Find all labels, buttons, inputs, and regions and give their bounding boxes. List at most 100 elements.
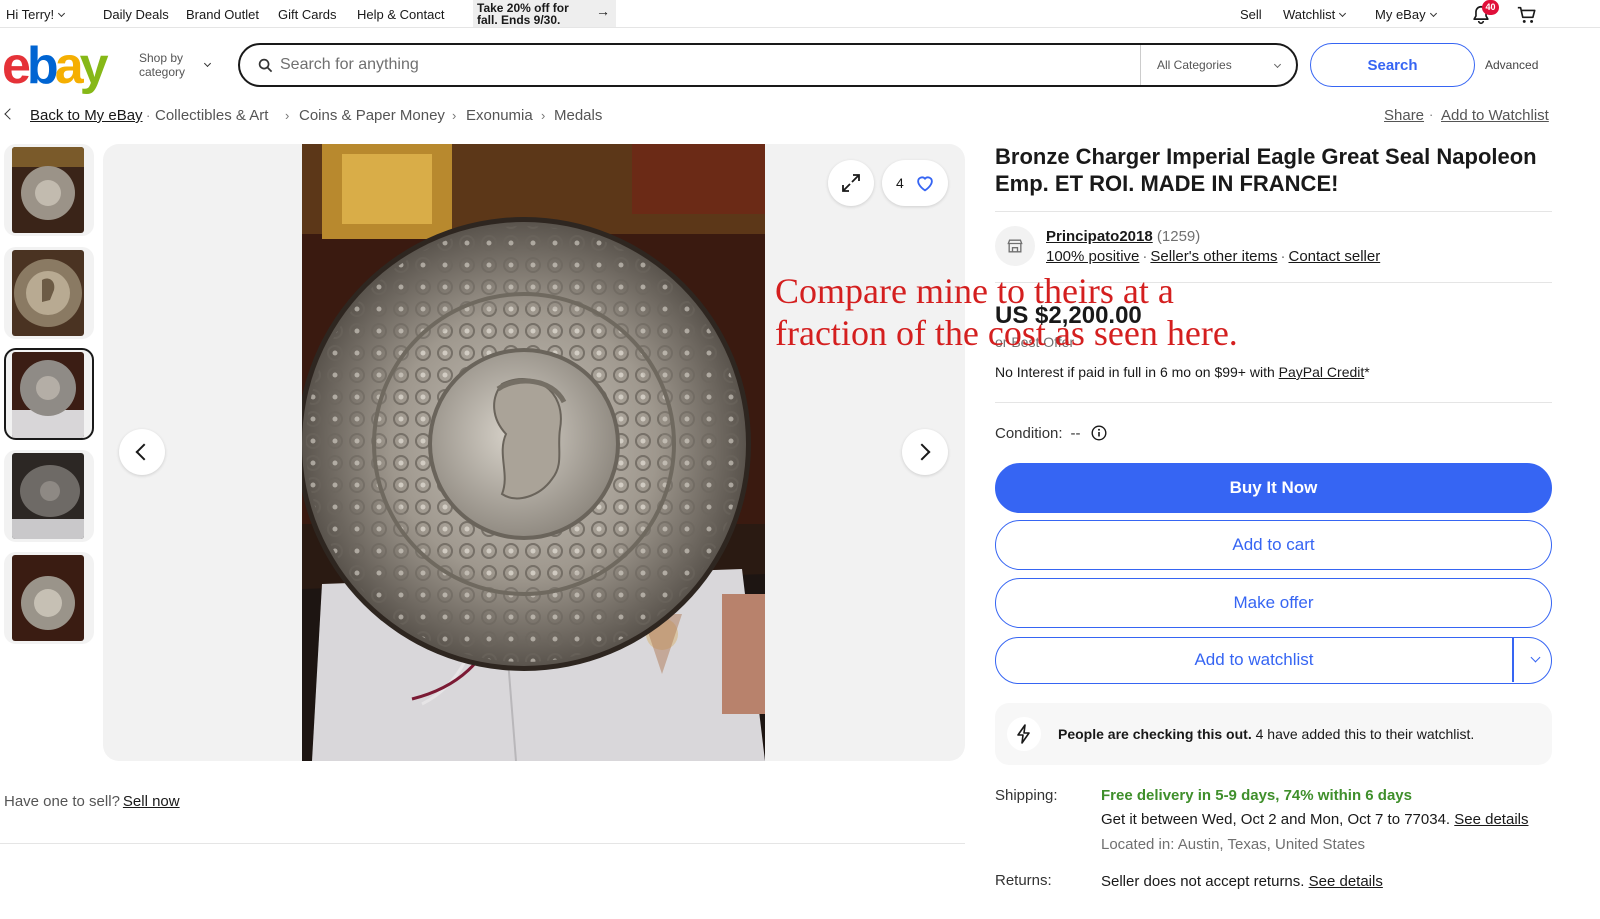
breadcrumb-exonumia[interactable]: Exonumia [466, 107, 533, 124]
chevron-down-icon [58, 9, 66, 18]
chevron-down-icon [1429, 9, 1437, 18]
make-offer-button[interactable]: Make offer [995, 578, 1552, 628]
breadcrumb-medals[interactable]: Medals [554, 107, 602, 124]
chevron-down-icon [1273, 60, 1282, 69]
paypal-credit-link[interactable]: PayPal Credit [1279, 364, 1365, 380]
shop-by-line-1: Shop by [139, 51, 184, 65]
breadcrumb-collectibles[interactable]: Collectibles & Art [155, 107, 268, 124]
expand-image-button[interactable] [828, 160, 874, 206]
watch-activity-text: People are checking this out. 4 have add… [1058, 726, 1474, 742]
divider [995, 402, 1552, 403]
next-image-button[interactable] [902, 429, 948, 475]
search-button[interactable]: Search [1310, 43, 1475, 87]
lightning-icon [1007, 717, 1041, 751]
search-bar: All Categories [238, 43, 1298, 87]
back-to-my-ebay-link[interactable]: Back to My eBay [30, 107, 143, 124]
condition-label: Condition: [995, 425, 1063, 442]
credit-suffix: * [1364, 364, 1370, 380]
watch-activity-bold: People are checking this out. [1058, 726, 1252, 742]
seller-links: 100% positive · Seller's other items · Conta… [1046, 248, 1381, 265]
chevron-right-icon: › [452, 108, 457, 123]
cart-icon[interactable] [1515, 4, 1539, 26]
add-to-watchlist-button-group: Add to watchlist [995, 637, 1552, 684]
watch-activity-banner: People are checking this out. 4 have add… [995, 703, 1552, 765]
arrow-right-icon: → [596, 3, 610, 19]
breadcrumb-coins[interactable]: Coins & Paper Money [299, 107, 445, 124]
store-icon [995, 226, 1035, 266]
promo-banner[interactable]: Take 20% off for fall. Ends 9/30. → [473, 0, 616, 27]
dot-separator: · [1429, 107, 1434, 122]
seller-other-items-link[interactable]: Seller's other items [1150, 248, 1277, 265]
watch-count-button[interactable]: 4 [882, 160, 948, 206]
info-icon[interactable] [1091, 425, 1107, 441]
chevron-left-icon[interactable] [4, 108, 16, 120]
thumbnail-5[interactable] [4, 552, 94, 644]
watchlist-label: Watchlist [1283, 7, 1336, 22]
shop-by-line-2: category [139, 65, 186, 79]
thumbnail-3-selected[interactable] [4, 348, 94, 440]
share-link[interactable]: Share [1384, 107, 1424, 124]
returns-policy: Seller does not accept returns. See deta… [1101, 873, 1383, 890]
sell-prompt-text: Have one to sell? [4, 793, 120, 810]
chevron-down-icon [1530, 652, 1541, 663]
thumbnail-image [12, 250, 84, 336]
contact-seller-link[interactable]: Contact seller [1288, 248, 1380, 265]
sell-prompt: Have one to sell? Sell now [4, 793, 180, 810]
divider [995, 211, 1552, 212]
notification-badge: 40 [1482, 0, 1499, 15]
ebay-logo[interactable]: ebay [2, 40, 109, 92]
watch-activity-rest: 4 have added this to their watchlist. [1251, 726, 1475, 742]
returns-text: Seller does not accept returns. [1101, 873, 1305, 890]
nav-daily-deals[interactable]: Daily Deals [103, 7, 169, 22]
thumbnail-image [12, 555, 84, 641]
thumbnail-1[interactable] [4, 144, 94, 236]
add-to-watchlist-button[interactable]: Add to watchlist [996, 638, 1512, 682]
seller-name-link[interactable]: Principato2018 [1046, 228, 1153, 245]
nav-watchlist[interactable]: Watchlist [1283, 7, 1347, 22]
nav-brand-outlet[interactable]: Brand Outlet [186, 7, 259, 22]
shipping-label: Shipping: [995, 787, 1058, 804]
item-title: Bronze Charger Imperial Eagle Great Seal… [995, 144, 1537, 196]
category-select-value: All Categories [1157, 58, 1232, 72]
shipping-see-details-link[interactable]: See details [1454, 811, 1528, 828]
sell-now-link[interactable]: Sell now [123, 793, 180, 810]
seller-positive-link[interactable]: 100% positive [1046, 248, 1139, 265]
thumbnail-4[interactable] [4, 450, 94, 542]
advanced-search-link[interactable]: Advanced [1485, 58, 1538, 72]
chevron-right-icon: › [285, 108, 290, 123]
category-select[interactable]: All Categories [1140, 45, 1298, 85]
returns-label: Returns: [995, 872, 1052, 889]
nav-sell[interactable]: Sell [1240, 7, 1262, 22]
shipping-dates: Get it between Wed, Oct 2 and Mon, Oct 7… [1101, 811, 1528, 828]
watchlist-dropdown-button[interactable] [1513, 638, 1551, 682]
nav-help-contact[interactable]: Help & Contact [357, 7, 444, 22]
returns-see-details-link[interactable]: See details [1309, 873, 1383, 890]
chevron-left-icon [135, 443, 153, 461]
nav-gift-cards[interactable]: Gift Cards [278, 7, 337, 22]
seller-info: Principato2018 (1259) [1046, 228, 1200, 245]
credit-text: No Interest if paid in full in 6 mo on $… [995, 364, 1275, 380]
thumbnail-image [12, 147, 84, 233]
greeting-menu[interactable]: Hi Terry! [6, 7, 66, 22]
chevron-down-icon [1339, 9, 1347, 18]
nav-my-ebay[interactable]: My eBay [1375, 7, 1437, 22]
condition: Condition: -- [995, 425, 1081, 442]
watch-count: 4 [896, 175, 904, 191]
shipping-dates-text: Get it between Wed, Oct 2 and Mon, Oct 7… [1101, 811, 1451, 828]
thumbnail-image [12, 352, 84, 438]
buy-it-now-button[interactable]: Buy It Now [995, 463, 1552, 513]
previous-image-button[interactable] [119, 429, 165, 475]
add-to-watchlist-link[interactable]: Add to Watchlist [1441, 107, 1549, 124]
add-to-cart-button[interactable]: Add to cart [995, 520, 1552, 570]
credit-offer: No Interest if paid in full in 6 mo on $… [995, 364, 1370, 380]
shop-by-category[interactable]: Shop by category [139, 51, 185, 79]
thumbnail-2[interactable] [4, 247, 94, 339]
search-input[interactable] [280, 53, 1130, 77]
annotation-line-2: fraction of the cost as seen here. [775, 313, 1238, 353]
condition-value: -- [1070, 425, 1081, 442]
my-ebay-label: My eBay [1375, 7, 1426, 22]
expand-icon [842, 174, 860, 192]
product-photo[interactable] [302, 144, 765, 761]
dot-separator: · [146, 108, 151, 123]
heart-icon [917, 176, 933, 192]
